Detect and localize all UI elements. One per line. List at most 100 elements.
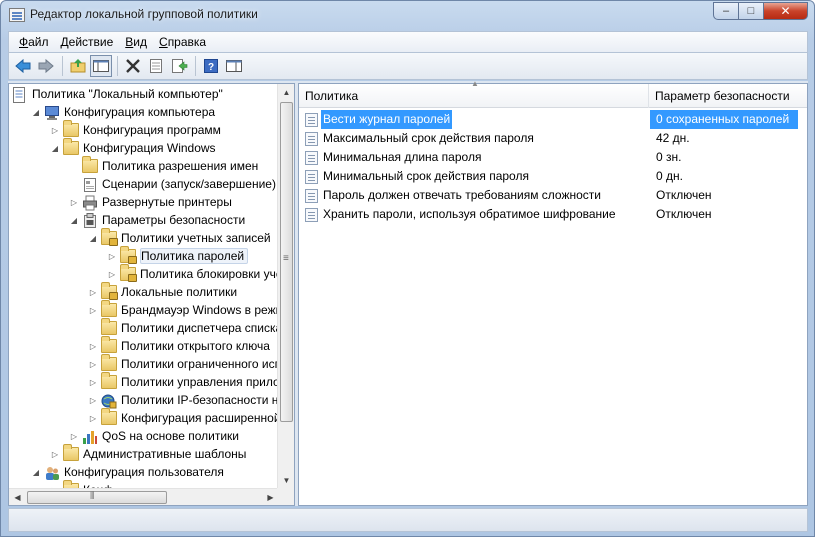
tree-item[interactable]: ▷ Конфигурация программ xyxy=(50,120,221,139)
security-setting-value: 0 сохраненных паролей xyxy=(650,110,798,129)
expand-arrow-icon[interactable]: ▷ xyxy=(50,449,60,459)
forward-button[interactable] xyxy=(35,55,57,77)
tree-item-label: Политики диспетчера списка xyxy=(121,321,279,335)
expand-arrow-icon[interactable]: ▷ xyxy=(88,305,98,315)
status-bar xyxy=(8,508,808,532)
tree-item[interactable]: Политика разрешения имен xyxy=(69,156,258,175)
computer-icon xyxy=(44,105,60,120)
tree-item[interactable]: ▷ QoS на основе политики xyxy=(69,427,239,445)
folder-icon xyxy=(63,120,79,137)
properties-button[interactable] xyxy=(145,55,167,77)
tree-item-label: Политики ограниченного исп xyxy=(121,357,279,371)
script-icon xyxy=(82,177,98,192)
table-row[interactable]: Максимальный срок действия пароля 42 дн. xyxy=(299,129,807,148)
show-hide-tree-button[interactable] xyxy=(90,55,112,77)
security-setting-value: Отключен xyxy=(656,188,712,202)
table-row[interactable]: Минимальная длина пароля 0 зн. xyxy=(299,148,807,167)
scroll-up-icon[interactable]: ▲ xyxy=(278,84,294,101)
tree-item[interactable]: ▷ Политики управления прилож xyxy=(88,372,279,391)
tree-vertical-scrollbar[interactable]: ▲ ▼ xyxy=(277,84,294,489)
expand-arrow-icon[interactable]: ▷ xyxy=(107,251,117,261)
tree-item[interactable]: ◢ Конфигурация пользователя xyxy=(31,463,224,481)
back-button[interactable] xyxy=(12,55,34,77)
collapse-arrow-icon[interactable]: ◢ xyxy=(31,107,41,117)
policy-setting-icon xyxy=(305,169,318,184)
policy-cell: Минимальная длина пароля xyxy=(305,148,483,167)
folder-icon xyxy=(101,336,117,353)
menu-help[interactable]: Справка xyxy=(153,35,212,49)
delete-button[interactable] xyxy=(122,55,144,77)
menu-bar: Файл Действие Вид Справка xyxy=(8,31,808,52)
maximize-button[interactable]: □ xyxy=(738,2,764,20)
table-row[interactable]: Хранить пароли, используя обратимое шифр… xyxy=(299,205,807,224)
tree-item-label: Развернутые принтеры xyxy=(102,195,232,209)
expand-arrow-icon[interactable]: ▷ xyxy=(88,395,98,405)
policy-cell: Вести журнал паролей xyxy=(305,110,453,129)
back-arrow-icon xyxy=(15,58,31,74)
expand-arrow-icon[interactable]: ▷ xyxy=(88,341,98,351)
up-level-button[interactable] xyxy=(67,55,89,77)
tree-item-label: Конфигурация расширенной xyxy=(121,411,279,425)
menu-action[interactable]: Действие xyxy=(55,35,120,49)
scroll-thumb[interactable] xyxy=(27,491,167,504)
tree-item[interactable]: ▷ Политики IP-безопасности на xyxy=(88,391,279,409)
title-bar[interactable]: Редактор локальной групповой политики – … xyxy=(1,1,814,31)
expand-arrow-icon[interactable]: ▷ xyxy=(88,413,98,423)
tree-item[interactable]: ▷ Конфигурация расширенной xyxy=(88,408,279,427)
close-button[interactable]: ✕ xyxy=(763,2,808,20)
tree-item[interactable]: ▷ Политики ограниченного исп xyxy=(88,354,279,373)
collapse-arrow-icon[interactable]: ◢ xyxy=(31,467,41,477)
help-icon: ? xyxy=(204,59,218,73)
tree-item[interactable]: Политика "Локальный компьютер" xyxy=(12,85,223,103)
export-list-button[interactable] xyxy=(168,55,190,77)
tree-item[interactable]: ▷ Брандмауэр Windows в режим xyxy=(88,300,279,319)
scroll-thumb[interactable] xyxy=(280,102,293,422)
policy-setting-icon xyxy=(305,188,318,203)
tree-item[interactable]: Политики диспетчера списка xyxy=(88,318,279,337)
scroll-down-icon[interactable]: ▼ xyxy=(278,472,294,489)
window-controls: – □ ✕ xyxy=(713,2,808,20)
column-header-security-setting[interactable]: Параметр безопасности xyxy=(649,84,799,108)
expand-arrow-icon[interactable]: ▷ xyxy=(88,287,98,297)
chart-icon xyxy=(82,429,98,444)
tree-item[interactable]: ▷ Локальные политики xyxy=(88,282,237,301)
table-row[interactable]: Пароль должен отвечать требованиям сложн… xyxy=(299,186,807,205)
collapse-arrow-icon[interactable]: ◢ xyxy=(50,143,60,153)
tree-item[interactable]: ◢ Конфигурация компьютера xyxy=(31,103,215,121)
tree-item[interactable]: ▷ Административные шаблоны xyxy=(50,444,246,463)
tree-item[interactable]: ◢ Политики учетных записей xyxy=(88,228,271,247)
tree-item[interactable]: ▷ Политики открытого ключа xyxy=(88,336,270,355)
tree-item[interactable]: ▷ Политика блокировки уче xyxy=(107,264,279,283)
table-row[interactable]: Минимальный срок действия пароля 0 дн. xyxy=(299,167,807,186)
tree-item-label: Параметры безопасности xyxy=(102,213,246,227)
expand-arrow-icon[interactable]: ▷ xyxy=(88,377,98,387)
tree-item[interactable]: ◢ Параметры безопасности xyxy=(69,211,245,229)
tree-item[interactable]: ◢ Конфигурация Windows xyxy=(50,138,216,157)
expand-arrow-icon[interactable]: ▷ xyxy=(69,197,79,207)
expand-arrow-icon[interactable]: ▷ xyxy=(88,359,98,369)
scroll-left-icon[interactable]: ◀ xyxy=(9,489,26,505)
minimize-button[interactable]: – xyxy=(713,2,739,20)
table-row[interactable]: Вести журнал паролей 0 сохраненных пароле… xyxy=(299,110,807,129)
tree-item-label: Политики IP-безопасности на xyxy=(121,393,279,407)
help-button[interactable]: ? xyxy=(200,55,222,77)
collapse-arrow-icon[interactable]: ◢ xyxy=(88,233,98,243)
app-icon xyxy=(9,8,25,22)
column-header-policy[interactable]: Политика xyxy=(299,84,649,108)
menu-view[interactable]: Вид xyxy=(119,35,153,49)
tree-item[interactable]: ▷ Развернутые принтеры xyxy=(69,193,232,211)
tree-horizontal-scrollbar[interactable]: ◀ ▶ xyxy=(9,488,279,505)
collapse-arrow-icon[interactable]: ◢ xyxy=(69,215,79,225)
expand-arrow-icon[interactable]: ▷ xyxy=(50,125,60,135)
expand-arrow-icon[interactable]: ▷ xyxy=(107,269,117,279)
expand-arrow-icon[interactable]: ▷ xyxy=(69,431,79,441)
lock-folder-icon xyxy=(120,264,137,282)
tree-item[interactable]: Сценарии (запуск/завершение) xyxy=(69,175,276,193)
tree-item[interactable]: ▷ Политика паролей xyxy=(107,246,249,265)
menu-file[interactable]: Файл xyxy=(13,35,55,49)
delete-icon xyxy=(126,59,140,73)
policy-cell: Пароль должен отвечать требованиям сложн… xyxy=(305,186,603,205)
show-action-pane-button[interactable] xyxy=(223,55,245,77)
